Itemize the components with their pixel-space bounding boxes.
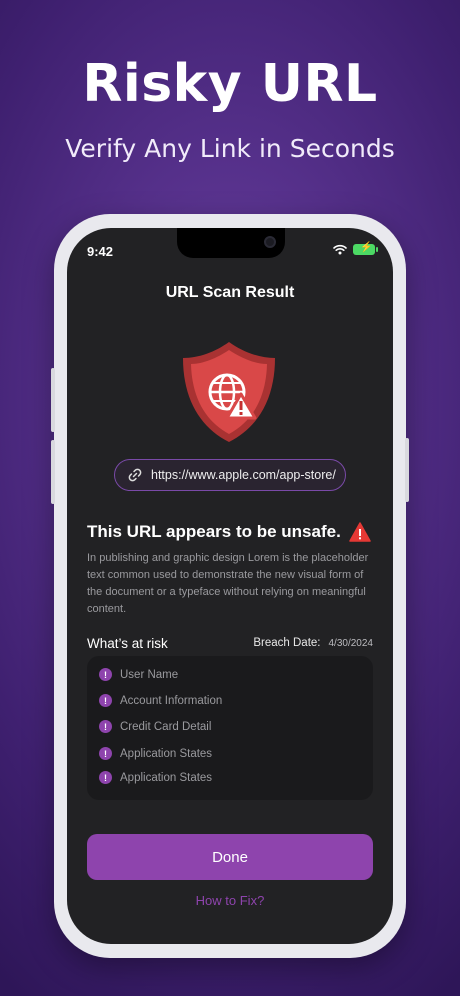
risk-item-label: Credit Card Detail — [120, 720, 212, 733]
alert-icon: ! — [99, 771, 112, 784]
risk-label: What’s at risk — [87, 636, 168, 651]
promo-title: Risky URL — [82, 54, 378, 114]
list-item: ! Account Information — [99, 694, 222, 707]
list-item: ! Application States — [99, 747, 212, 760]
how-to-fix-link[interactable]: How to Fix? — [67, 893, 393, 908]
notch — [177, 228, 285, 258]
alert-icon: ! — [99, 747, 112, 760]
risk-item-label: Application States — [120, 747, 213, 760]
link-icon — [128, 468, 142, 482]
unsafe-heading: This URL appears to be unsafe. — [87, 522, 371, 542]
breach-label: Breach Date: — [253, 637, 321, 649]
unsafe-description: In publishing and graphic design Lorem i… — [87, 552, 369, 615]
phone-side-button — [51, 368, 55, 432]
breach-date: 4/30/2024 — [328, 638, 374, 649]
risk-item-label: Account Information — [120, 694, 223, 707]
phone-power-button — [405, 438, 409, 502]
breach-info: Breach Date: 4/30/2024 — [253, 637, 373, 649]
warning-triangle-icon — [349, 522, 371, 542]
battery-icon: ⚡ — [353, 242, 378, 255]
alert-icon: ! — [99, 694, 112, 707]
risk-card: ! User Name ! Account Information ! Cred… — [87, 656, 373, 800]
risk-item-label: User Name — [120, 668, 179, 681]
status-icons: ⚡ — [333, 242, 378, 255]
camera-icon — [264, 236, 276, 248]
url-text: https://www.apple.com/app-store/ — [151, 468, 336, 482]
screen-title: URL Scan Result — [165, 284, 295, 301]
shield-globe-warning-icon — [183, 342, 275, 442]
risk-item-label: Application States — [120, 771, 213, 784]
alert-icon: ! — [99, 720, 112, 733]
phone-side-button — [51, 440, 55, 504]
wifi-icon — [333, 244, 347, 255]
url-chip[interactable]: https://www.apple.com/app-store/ — [114, 459, 346, 491]
promo-subtitle: Verify Any Link in Seconds — [65, 134, 395, 163]
list-item: ! User Name — [99, 668, 178, 681]
list-item: ! Credit Card Detail — [99, 720, 211, 733]
list-item: ! Application States — [99, 771, 212, 784]
alert-icon: ! — [99, 668, 112, 681]
unsafe-heading-text: This URL appears to be unsafe. — [87, 522, 341, 541]
status-time: 9:42 — [87, 244, 114, 259]
done-button[interactable]: Done — [87, 834, 373, 880]
phone-screen: 9:42 ⚡ URL Scan Result https://www.apple… — [67, 228, 393, 944]
